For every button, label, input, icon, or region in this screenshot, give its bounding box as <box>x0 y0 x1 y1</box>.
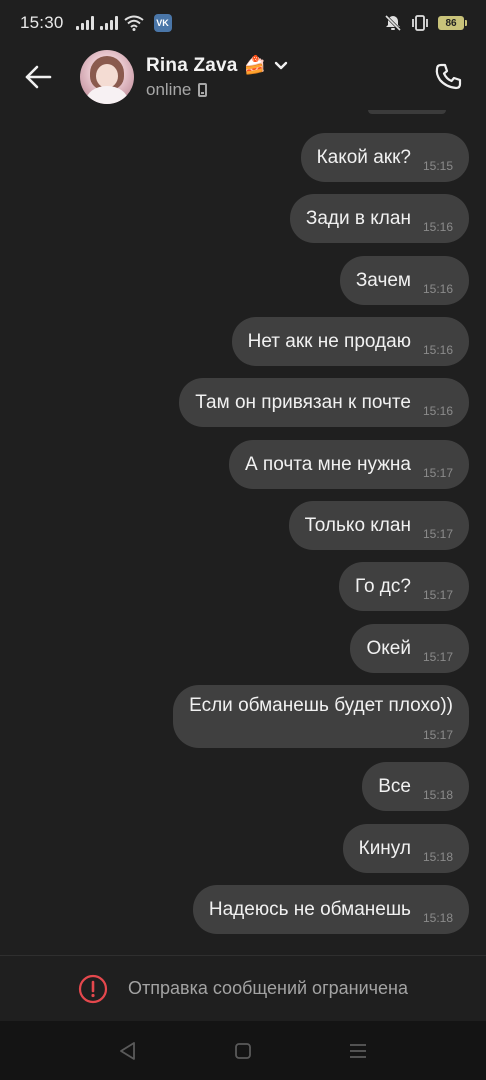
message-list[interactable]: Какой акк? 15:15 Зади в клан 15:16 Зачем… <box>0 110 486 955</box>
restriction-text: Отправка сообщений ограничена <box>128 978 408 998</box>
message-bubble[interactable]: Нет акк не продаю 15:16 <box>231 317 469 366</box>
message-bubble[interactable]: Все 15:18 <box>362 762 469 811</box>
previous-bubble-edge <box>368 110 446 114</box>
chat-header: Rina Zava 🍰 online <box>0 46 486 108</box>
message-text: Нет акк не продаю <box>247 331 411 352</box>
message-bubble[interactable]: Надеюсь не обманешь 15:18 <box>192 885 469 934</box>
message-bubble[interactable]: Го дс? 15:17 <box>338 562 469 611</box>
message-bubble[interactable]: Зади в клан 15:16 <box>289 194 469 243</box>
signal-icon-2 <box>99 16 118 30</box>
message-time: 15:18 <box>422 849 453 864</box>
message-time: 15:17 <box>422 465 453 480</box>
contact-name: Rina Zava <box>146 54 238 76</box>
message-text: Окей <box>366 638 411 659</box>
nav-menu-button[interactable] <box>343 1036 373 1066</box>
mobile-icon <box>198 82 208 97</box>
phone-icon <box>435 63 462 90</box>
call-button[interactable] <box>428 57 468 97</box>
system-nav-bar <box>0 1021 486 1080</box>
message-time: 15:17 <box>422 728 453 742</box>
arrow-left-icon <box>25 65 52 89</box>
message-bubble[interactable]: Какой акк? 15:15 <box>300 133 469 182</box>
message-bubble[interactable]: Только клан 15:17 <box>288 501 469 550</box>
message-time: 15:16 <box>422 281 453 296</box>
wifi-icon <box>123 15 144 31</box>
contact-status: online <box>146 79 192 99</box>
message-time: 15:16 <box>422 219 453 234</box>
message-bubble[interactable]: Там он привязан к почте 15:16 <box>179 378 469 427</box>
message-time: 15:18 <box>422 787 453 802</box>
message-text: Какой акк? <box>316 147 411 168</box>
chevron-down-icon <box>274 61 288 71</box>
message-bubble[interactable]: Если обманешь будет плохо)) 15:17 <box>173 685 469 748</box>
back-button[interactable] <box>20 59 56 95</box>
message-time: 15:17 <box>422 526 453 541</box>
message-text: Только клан <box>304 515 411 536</box>
signal-icon <box>75 16 94 30</box>
status-time: 15:30 <box>20 13 64 32</box>
message-bubble[interactable]: А почта мне нужна 15:17 <box>228 440 469 489</box>
cake-emoji: 🍰 <box>243 55 266 75</box>
message-text: А почта мне нужна <box>244 454 411 475</box>
nav-home-button[interactable] <box>228 1036 258 1066</box>
contact-name-row: Rina Zava 🍰 <box>146 55 288 77</box>
status-right: 86 <box>384 14 467 32</box>
status-left: 15:30 VK <box>20 13 172 33</box>
message-text: Зади в клан <box>305 208 411 229</box>
message-bubble[interactable]: Кинул 15:18 <box>342 824 469 873</box>
message-text: Надеюсь не обманешь <box>208 899 411 920</box>
message-time: 15:17 <box>422 587 453 602</box>
battery-icon: 86 <box>438 16 467 30</box>
message-time: 15:17 <box>422 649 453 664</box>
contact-status-row: online <box>146 80 288 100</box>
mute-icon <box>384 14 402 32</box>
vibrate-icon <box>410 14 430 32</box>
messaging-restricted-notice: Отправка сообщений ограничена <box>0 955 486 1021</box>
message-text: Там он привязан к почте <box>195 392 411 413</box>
message-text: Если обманешь будет плохо)) <box>189 695 453 716</box>
exclamation-circle-icon <box>78 974 108 1003</box>
chat-screen: 15:30 VK 86 Rina Zava 🍰 online Какой акк… <box>0 0 486 1080</box>
message-text: Го дс? <box>354 576 411 597</box>
message-bubble[interactable]: Окей 15:17 <box>350 624 469 673</box>
message-text: Все <box>378 776 411 797</box>
vk-app-icon: VK <box>153 14 172 32</box>
message-bubble[interactable]: Зачем 15:16 <box>339 256 469 305</box>
message-time: 15:16 <box>422 342 453 357</box>
message-time: 15:15 <box>422 158 453 173</box>
contact-info[interactable]: Rina Zava 🍰 online <box>146 55 288 100</box>
square-home-icon <box>235 1042 251 1059</box>
menu-lines-icon <box>350 1043 367 1058</box>
message-text: Кинул <box>358 838 411 859</box>
contact-avatar[interactable] <box>80 50 134 104</box>
message-time: 15:18 <box>422 910 453 925</box>
message-text: Зачем <box>355 270 411 291</box>
nav-back-button[interactable] <box>113 1036 143 1066</box>
message-time: 15:16 <box>422 403 453 418</box>
status-bar: 15:30 VK 86 <box>0 0 486 46</box>
triangle-back-icon <box>119 1041 135 1060</box>
